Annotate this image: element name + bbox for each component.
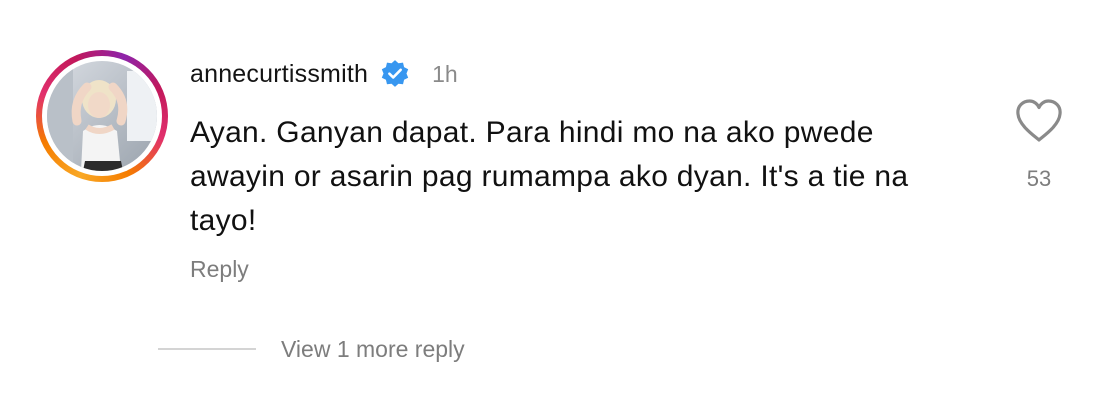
avatar-story-ring[interactable] (36, 50, 168, 182)
reply-button[interactable]: Reply (190, 256, 249, 283)
comment-timestamp: 1h (432, 60, 458, 87)
avatar[interactable] (47, 61, 157, 171)
username[interactable]: annecurtissmith (190, 60, 368, 89)
like-count: 53 (1026, 166, 1052, 191)
heart-outline-icon[interactable] (1014, 98, 1064, 144)
view-more-replies-button[interactable]: View 1 more reply (281, 336, 465, 363)
comment-header: annecurtissmith 1h (190, 58, 458, 90)
verified-badge-icon (381, 60, 409, 87)
comment-text: Ayan. Ganyan dapat. Para hindi mo na ako… (190, 116, 909, 237)
replies-divider (158, 348, 256, 350)
avatar-ring-gap (42, 56, 162, 176)
